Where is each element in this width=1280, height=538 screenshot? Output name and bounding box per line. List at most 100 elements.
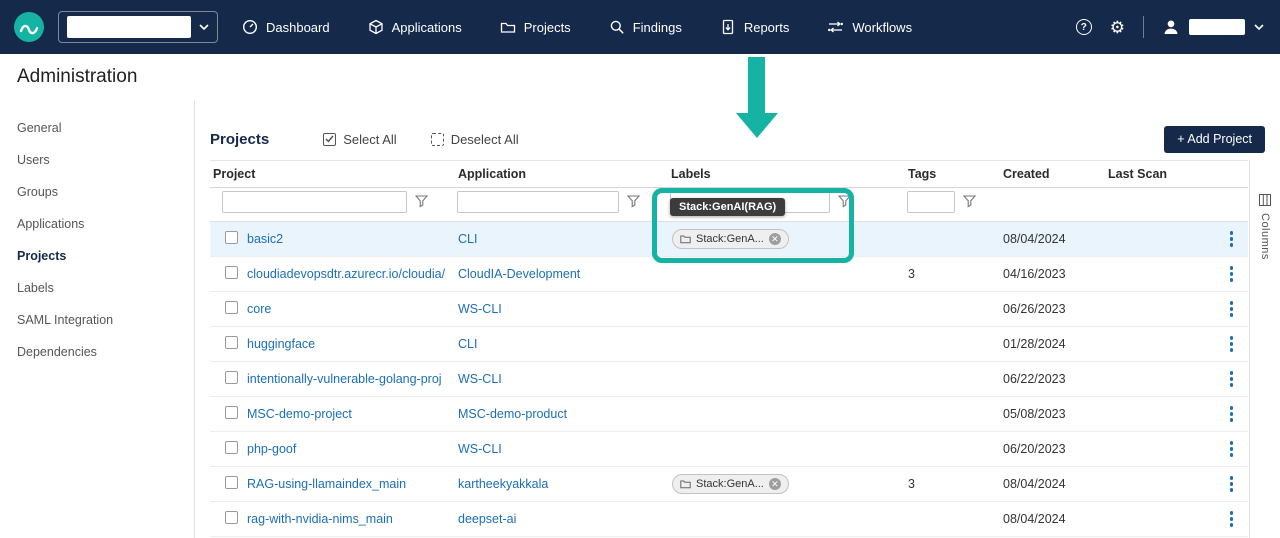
application-link[interactable]: CLI	[455, 337, 668, 351]
project-link[interactable]: cloudiadevopsdtr.azurecr.io/cloudia/	[244, 267, 455, 281]
row-checkbox[interactable]	[225, 231, 238, 244]
project-link[interactable]: RAG-using-llamaindex_main	[244, 477, 455, 491]
sidebar-item-saml-integration[interactable]: SAML Integration	[0, 304, 194, 336]
column-header-application[interactable]: Application	[455, 167, 668, 181]
nav-label: Findings	[633, 20, 682, 35]
sidebar-item-dependencies[interactable]: Dependencies	[0, 336, 194, 368]
user-menu[interactable]	[1162, 18, 1264, 36]
mend-logo-icon[interactable]	[14, 12, 44, 42]
application-filter-input[interactable]	[457, 191, 619, 213]
application-link[interactable]: kartheekyakkala	[455, 477, 668, 491]
help-icon[interactable]: ?	[1076, 19, 1092, 35]
columns-panel-toggle[interactable]: Columns	[1249, 160, 1280, 538]
nav-applications[interactable]: Applications	[368, 19, 462, 35]
column-header-project[interactable]: Project	[210, 167, 455, 181]
top-nav-right: ? ⚙	[1076, 16, 1264, 38]
row-checkbox[interactable]	[225, 371, 238, 384]
row-checkbox[interactable]	[225, 301, 238, 314]
applications-icon	[368, 19, 384, 35]
created-value: 01/28/2024	[1000, 337, 1105, 351]
row-actions-menu[interactable]	[1215, 257, 1248, 291]
row-actions-menu[interactable]	[1215, 327, 1248, 361]
nav-findings[interactable]: Findings	[609, 19, 682, 35]
columns-panel-label: Columns	[1259, 213, 1271, 260]
nav-workflows[interactable]: Workflows	[827, 19, 912, 35]
table-row: RAG-using-llamaindex_main kartheekyakkal…	[210, 467, 1248, 502]
columns-grid-icon	[1259, 194, 1271, 206]
project-link[interactable]: MSC-demo-project	[244, 407, 455, 421]
row-actions-menu[interactable]	[1215, 397, 1248, 431]
sidebar-item-applications[interactable]: Applications	[0, 208, 194, 240]
row-checkbox[interactable]	[225, 476, 238, 489]
created-value: 06/22/2023	[1000, 372, 1105, 386]
application-link[interactable]: deepset-ai	[455, 512, 668, 526]
tags-filter-input[interactable]	[907, 191, 955, 213]
project-link[interactable]: basic2	[244, 232, 455, 246]
section-title: Projects	[210, 131, 269, 148]
org-selector[interactable]	[58, 11, 218, 43]
application-link[interactable]: CloudIA-Development	[455, 267, 668, 281]
row-checkbox[interactable]	[225, 441, 238, 454]
application-link[interactable]: WS-CLI	[455, 302, 668, 316]
nav-label: Reports	[744, 20, 790, 35]
nav-label: Dashboard	[266, 20, 330, 35]
add-project-button[interactable]: + Add Project	[1164, 126, 1265, 153]
column-header-created[interactable]: Created	[1000, 167, 1105, 181]
nav-dashboard[interactable]: Dashboard	[242, 19, 330, 35]
folder-icon	[680, 235, 691, 244]
column-header-labels[interactable]: Labels	[668, 167, 905, 181]
row-actions-menu[interactable]	[1215, 502, 1248, 536]
tags-filter-funnel-icon[interactable]	[963, 195, 976, 208]
row-actions-menu[interactable]	[1215, 222, 1248, 256]
dashed-checkbox-icon	[431, 133, 444, 146]
nav-projects[interactable]: Projects	[500, 19, 571, 35]
nav-reports[interactable]: Reports	[720, 19, 790, 35]
select-all-button[interactable]: Select All	[323, 132, 396, 147]
project-link[interactable]: rag-with-nvidia-nims_main	[244, 512, 455, 526]
created-value: 06/26/2023	[1000, 302, 1105, 316]
row-actions-menu[interactable]	[1215, 362, 1248, 396]
created-value: 08/04/2024	[1000, 232, 1105, 246]
label-chip[interactable]: Stack:GenA... ✕	[672, 229, 789, 249]
top-nav: Dashboard Applications Projects Findings	[0, 0, 1280, 54]
labels-filter-funnel-icon[interactable]	[838, 195, 851, 208]
row-actions-menu[interactable]	[1215, 432, 1248, 466]
application-filter-funnel-icon[interactable]	[627, 195, 640, 208]
table-row: intentionally-vulnerable-golang-proj WS-…	[210, 362, 1248, 397]
project-link[interactable]: php-goof	[244, 442, 455, 456]
application-link[interactable]: MSC-demo-product	[455, 407, 668, 421]
label-chip[interactable]: Stack:GenA... ✕	[672, 474, 789, 494]
main-nav: Dashboard Applications Projects Findings	[242, 19, 912, 35]
application-link[interactable]: WS-CLI	[455, 442, 668, 456]
gear-icon[interactable]: ⚙	[1110, 19, 1125, 36]
row-checkbox[interactable]	[225, 406, 238, 419]
table-row: huggingface CLI 01/28/2024	[210, 327, 1248, 362]
sidebar-item-labels[interactable]: Labels	[0, 272, 194, 304]
remove-label-icon[interactable]: ✕	[769, 478, 781, 490]
remove-label-icon[interactable]: ✕	[769, 233, 781, 245]
row-checkbox[interactable]	[225, 511, 238, 524]
row-checkbox[interactable]	[225, 266, 238, 279]
project-filter-input[interactable]	[222, 191, 407, 213]
page-title: Administration	[17, 66, 137, 88]
project-link[interactable]: intentionally-vulnerable-golang-proj	[244, 372, 455, 386]
row-actions-menu[interactable]	[1215, 467, 1248, 501]
column-header-last-scan[interactable]: Last Scan	[1105, 167, 1215, 181]
project-filter-funnel-icon[interactable]	[415, 195, 428, 208]
application-link[interactable]: WS-CLI	[455, 372, 668, 386]
deselect-all-button[interactable]: Deselect All	[431, 132, 519, 147]
sidebar-item-groups[interactable]: Groups	[0, 176, 194, 208]
sidebar-item-users[interactable]: Users	[0, 144, 194, 176]
application-link[interactable]: CLI	[455, 232, 668, 246]
project-link[interactable]: core	[244, 302, 455, 316]
sidebar-item-projects[interactable]: Projects	[0, 240, 194, 272]
table-row: php-goof WS-CLI 06/20/2023	[210, 432, 1248, 467]
project-link[interactable]: huggingface	[244, 337, 455, 351]
sidebar-item-general[interactable]: General	[0, 112, 194, 144]
row-actions-menu[interactable]	[1215, 292, 1248, 326]
row-checkbox[interactable]	[225, 336, 238, 349]
tags-value: 3	[905, 267, 1000, 281]
column-header-tags[interactable]: Tags	[905, 167, 1000, 181]
created-value: 08/04/2024	[1000, 512, 1105, 526]
created-value: 05/08/2023	[1000, 407, 1105, 421]
